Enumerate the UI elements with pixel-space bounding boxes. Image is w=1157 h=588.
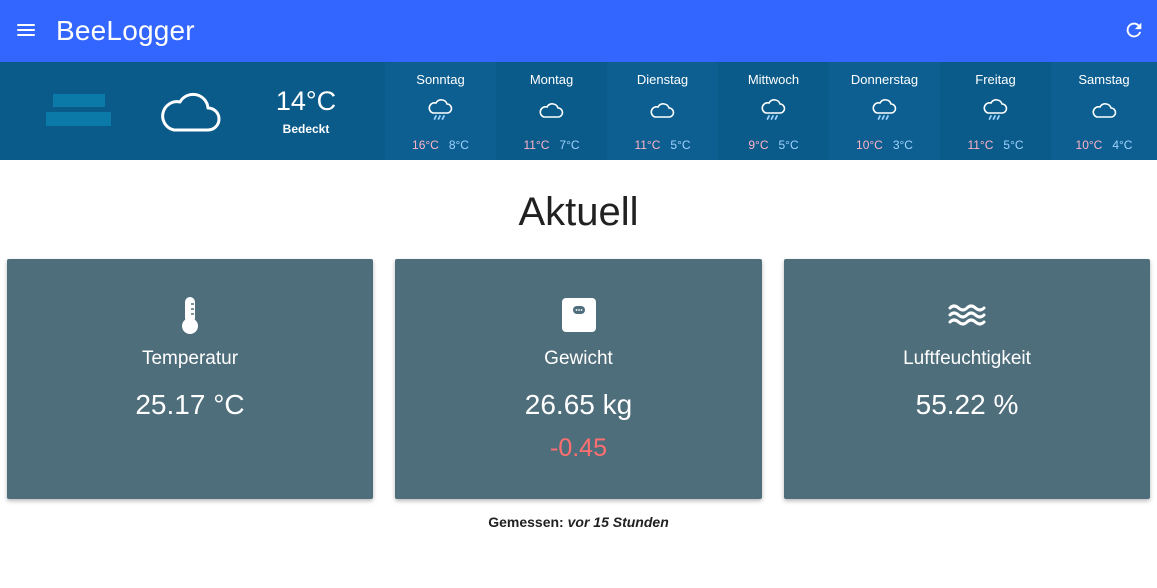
page-title: Aktuell — [518, 190, 639, 234]
today-temperature: 14°C — [275, 86, 337, 116]
card-label: Temperatur — [141, 348, 239, 369]
forecast-high: 11°C — [634, 138, 661, 152]
card-value: 25.17 °C — [135, 389, 245, 420]
forecast-high: 10°C — [856, 138, 883, 152]
forecast-day-samstag: Samstag 10°C 4°C — [1051, 62, 1157, 160]
cloud-rain-icon — [761, 99, 786, 120]
cloud-icon — [161, 92, 221, 132]
measured-value: vor 15 Stunden — [567, 514, 669, 530]
scale-icon — [561, 298, 596, 332]
measured-time: Gemessen: vor 15 Stunden — [0, 514, 1157, 530]
forecast-low: 8°C — [448, 138, 469, 152]
card-value: 55.22 % — [915, 389, 1019, 420]
forecast-day-name: Freitag — [975, 72, 1016, 87]
forecast-day-sonntag: Sonntag 16°C 8°C — [385, 62, 496, 160]
cloud-icon — [539, 103, 564, 118]
forecast-day-montag: Montag 11°C 7°C — [496, 62, 607, 160]
forecast-day-name: Donnerstag — [850, 72, 919, 87]
forecast-day-name: Dienstag — [636, 72, 689, 87]
forecast-high: 9°C — [748, 138, 769, 152]
card-value: 26.65 kg — [524, 389, 633, 420]
temperature-card: Temperatur 25.17 °C — [7, 259, 373, 499]
cloud-rain-icon — [872, 99, 897, 120]
forecast-low: 7°C — [559, 138, 580, 152]
forecast-low: 5°C — [1003, 138, 1024, 152]
forecast-low: 5°C — [778, 138, 799, 152]
cloud-icon — [1092, 103, 1117, 118]
forecast-high: 16°C — [412, 138, 439, 152]
cloud-rain-icon — [983, 99, 1008, 120]
humidity-card: Luftfeuchtigkeit 55.22 % — [784, 259, 1150, 499]
menu-icon[interactable] — [14, 20, 40, 42]
forecast-low: 3°C — [892, 138, 913, 152]
forecast-high: 10°C — [1075, 138, 1103, 152]
forecast-day-mittwoch: Mittwoch 9°C 5°C — [718, 62, 829, 160]
weather-forecast: 14°C Bedeckt Sonntag 16°C 8°C Montag 11°C… — [0, 62, 1157, 160]
thermometer-icon — [182, 297, 198, 334]
water-waves-icon — [948, 304, 986, 326]
forecast-day-name: Samstag — [1078, 72, 1130, 87]
forecast-day-name: Sonntag — [416, 72, 465, 87]
app-bar: BeeLogger — [0, 0, 1157, 62]
forecast-low: 5°C — [670, 138, 691, 152]
forecast-day-freitag: Freitag 11°C 5°C — [940, 62, 1051, 160]
forecast-high: 11°C — [523, 138, 550, 152]
weather-today: 14°C Bedeckt — [0, 62, 385, 160]
forecast-low: 4°C — [1112, 138, 1133, 152]
forecast-high: 11°C — [967, 138, 994, 152]
weight-card: Gewicht 26.65 kg -0.45 — [395, 259, 762, 499]
forecast-day-name: Mittwoch — [747, 72, 800, 87]
forecast-day-name: Montag — [529, 72, 574, 87]
refresh-icon[interactable] — [1123, 19, 1145, 41]
today-condition: Bedeckt — [282, 122, 330, 136]
card-label: Gewicht — [544, 348, 613, 369]
card-label: Luftfeuchtigkeit — [903, 348, 1031, 369]
measured-label: Gemessen: — [488, 514, 564, 530]
cloud-rain-icon — [428, 99, 453, 120]
forecast-day-dienstag: Dienstag 11°C 5°C — [607, 62, 718, 160]
cloud-icon — [650, 103, 675, 118]
forecast-day-donnerstag: Donnerstag 10°C 3°C — [829, 62, 940, 160]
weight-change: -0.45 — [550, 434, 607, 462]
app-title: BeeLogger — [56, 15, 195, 46]
